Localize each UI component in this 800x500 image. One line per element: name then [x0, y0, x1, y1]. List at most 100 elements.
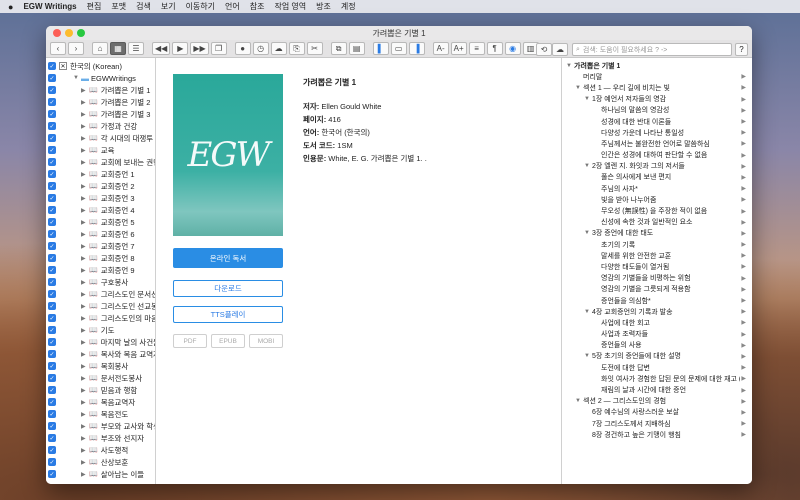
tree-item[interactable]: ✓ ▶📖목사와 복음 교역자에: [46, 348, 155, 360]
toc-item[interactable]: 주님께서는 불완전한 언어로 말씀하심 ▶: [562, 138, 752, 149]
toc-item[interactable]: 무오성 (無誤性) 을 주장한 적이 없음 ▶: [562, 205, 752, 216]
tree-item[interactable]: ✓ ▶📖그리스도인 문서선교: [46, 288, 155, 300]
tts-play-button[interactable]: TTS플레이: [173, 306, 283, 323]
text-format-button[interactable]: ≡: [468, 42, 485, 55]
play-icon[interactable]: ▶: [741, 84, 746, 91]
download-button[interactable]: 다운로드: [173, 280, 283, 297]
play-icon[interactable]: ▶: [741, 275, 746, 282]
disclosure-right-icon[interactable]: ▶: [81, 243, 89, 250]
collapse-icon[interactable]: ✕: [59, 62, 67, 70]
checkbox-checked-icon[interactable]: ✓: [48, 302, 56, 310]
disclosure-right-icon[interactable]: ▶: [81, 411, 89, 418]
tree-item[interactable]: ✓ ▶ 📖 복음전도: [46, 408, 155, 420]
tree-item[interactable]: ✓ ▶ 📖 사도행적: [46, 444, 155, 456]
play-icon[interactable]: ▶: [741, 163, 746, 170]
toc-item[interactable]: 사업에 대한 회고 ▶: [562, 317, 752, 328]
menu-format[interactable]: 포맷: [111, 1, 126, 12]
checkbox-checked-icon[interactable]: ✓: [48, 194, 56, 202]
checkbox-checked-icon[interactable]: ✓: [48, 98, 56, 106]
tree-folder[interactable]: ✓ ▼ ▬ EGWWritings: [46, 72, 155, 84]
tree-item[interactable]: ✓ ▶ 📖 복음교역자: [46, 396, 155, 408]
pdf-button[interactable]: PDF: [173, 334, 207, 348]
checkbox-checked-icon[interactable]: ✓: [48, 110, 56, 118]
tree-item[interactable]: ✓ ▶ 📖 교회증언 7: [46, 240, 155, 252]
checkbox-checked-icon[interactable]: ✓: [48, 350, 56, 358]
tree-item[interactable]: ✓ ▶ 📖 가려뽑은 기별 1: [46, 84, 155, 96]
checkbox-checked-icon[interactable]: ✓: [48, 314, 56, 322]
tree-item[interactable]: ✓ ▶📖그리스도인 선교봉사: [46, 300, 155, 312]
toc-item[interactable]: 다양한 태도들이 열거됨 ▶: [562, 261, 752, 272]
disclosure-down-icon[interactable]: ▼: [584, 353, 592, 359]
checkbox-checked-icon[interactable]: ✓: [48, 158, 56, 166]
menu-language[interactable]: 언어: [225, 1, 240, 12]
tree-item[interactable]: ✓ ▶ 📖 교회증언 5: [46, 216, 155, 228]
play-icon[interactable]: ▶: [741, 286, 746, 293]
disclosure-down-icon[interactable]: ▼: [584, 96, 592, 102]
toc-item[interactable]: 주님의 사자* ▶: [562, 183, 752, 194]
toc-item[interactable]: ▼ 1장 예언서 저자들의 영감 ▶: [562, 94, 752, 105]
menu-reference[interactable]: 참조: [250, 1, 265, 12]
grid-view-button[interactable]: ▦: [110, 42, 126, 55]
toc-item[interactable]: ▼ 섹션 2 — 그리스도인의 경험 ▶: [562, 396, 752, 407]
toc-item[interactable]: 사업과 조력자들 ▶: [562, 329, 752, 340]
checkbox-checked-icon[interactable]: ✓: [48, 242, 56, 250]
play-icon[interactable]: ▶: [741, 185, 746, 192]
checkbox-checked-icon[interactable]: ✓: [48, 218, 56, 226]
toc-item[interactable]: 증언들의 사용 ▶: [562, 340, 752, 351]
disclosure-down-icon[interactable]: ▼: [575, 85, 583, 91]
play-icon[interactable]: ▶: [741, 196, 746, 203]
toc-item[interactable]: 빛을 받아 나누어줌 ▶: [562, 194, 752, 205]
play-icon[interactable]: ▶: [741, 252, 746, 259]
tree-item[interactable]: ✓ ▶ 📖 마지막 날의 사건들: [46, 336, 155, 348]
tree-item[interactable]: ✓ ▶ 📖 교회증언 2: [46, 180, 155, 192]
disclosure-right-icon[interactable]: ▶: [81, 231, 89, 238]
play-icon[interactable]: ▶: [741, 107, 746, 114]
cloud-download-button[interactable]: ☁: [270, 42, 287, 55]
disclosure-right-icon[interactable]: ▶: [81, 387, 89, 394]
play-icon[interactable]: ▶: [741, 118, 746, 125]
play-button[interactable]: ▶: [172, 42, 189, 55]
checkbox-checked-icon[interactable]: ✓: [48, 338, 56, 346]
play-icon[interactable]: ▶: [741, 73, 746, 80]
play-icon[interactable]: ▶: [741, 375, 746, 382]
tree-item[interactable]: ✓ ▶ 📖 교회증언 9: [46, 264, 155, 276]
forward-button[interactable]: ›: [68, 42, 84, 55]
menu-help[interactable]: 방조: [316, 1, 331, 12]
play-icon[interactable]: ▶: [741, 129, 746, 136]
toc-item[interactable]: 영감의 기별들을 비평하는 위험 ▶: [562, 273, 752, 284]
checkbox-checked-icon[interactable]: ✓: [48, 434, 56, 442]
cloud-sync-button[interactable]: ☁: [552, 43, 568, 56]
checkbox-checked-icon[interactable]: ✓: [48, 410, 56, 418]
play-icon[interactable]: ▶: [741, 96, 746, 103]
checkbox-checked-icon[interactable]: ✓: [48, 134, 56, 142]
toc-item[interactable]: 성경에 대한 반대 이론들 ▶: [562, 116, 752, 127]
disclosure-right-icon[interactable]: ▶: [81, 207, 89, 214]
tree-item[interactable]: ✓ ▶ 📖 가려뽑은 기별 3: [46, 108, 155, 120]
back-button[interactable]: ‹: [50, 42, 66, 55]
play-icon[interactable]: ▶: [741, 230, 746, 237]
disclosure-right-icon[interactable]: ▶: [81, 363, 89, 370]
disclosure-right-icon[interactable]: ▶: [81, 315, 89, 322]
checkbox-checked-icon[interactable]: ✓: [48, 422, 56, 430]
disclosure-down-icon[interactable]: ▼: [584, 230, 592, 236]
tree-item[interactable]: ✓ ▶ 📖 가려뽑은 기별 2: [46, 96, 155, 108]
toc-item[interactable]: 7장 그리스도께서 지배하심 ▶: [562, 418, 752, 429]
checkbox-checked-icon[interactable]: ✓: [48, 122, 56, 130]
disclosure-right-icon[interactable]: ▶: [81, 447, 89, 454]
disclosure-right-icon[interactable]: ▶: [81, 459, 89, 466]
checkbox-checked-icon[interactable]: ✓: [48, 62, 56, 70]
disclosure-right-icon[interactable]: ▶: [81, 99, 89, 106]
checkbox-checked-icon[interactable]: ✓: [48, 74, 56, 82]
tree-item[interactable]: ✓ ▶ 📖 산상보훈: [46, 456, 155, 468]
search-input[interactable]: ⌕ 검색: 도움이 필요하세요 ? ->: [572, 43, 732, 56]
menu-edit[interactable]: 편집: [87, 1, 102, 12]
list-view-button[interactable]: ☰: [128, 42, 144, 55]
tree-item[interactable]: ✓ ▶ 📖 구호봉사: [46, 276, 155, 288]
zoom-window-button[interactable]: [77, 29, 85, 37]
disclosure-right-icon[interactable]: ▶: [81, 303, 89, 310]
toc-item[interactable]: 말세를 위한 안전한 교훈 ▶: [562, 250, 752, 261]
play-icon[interactable]: ▶: [741, 263, 746, 270]
play-icon[interactable]: ▶: [741, 331, 746, 338]
disclosure-right-icon[interactable]: ▶: [81, 399, 89, 406]
tree-item[interactable]: ✓ ▶ 📖 기도: [46, 324, 155, 336]
